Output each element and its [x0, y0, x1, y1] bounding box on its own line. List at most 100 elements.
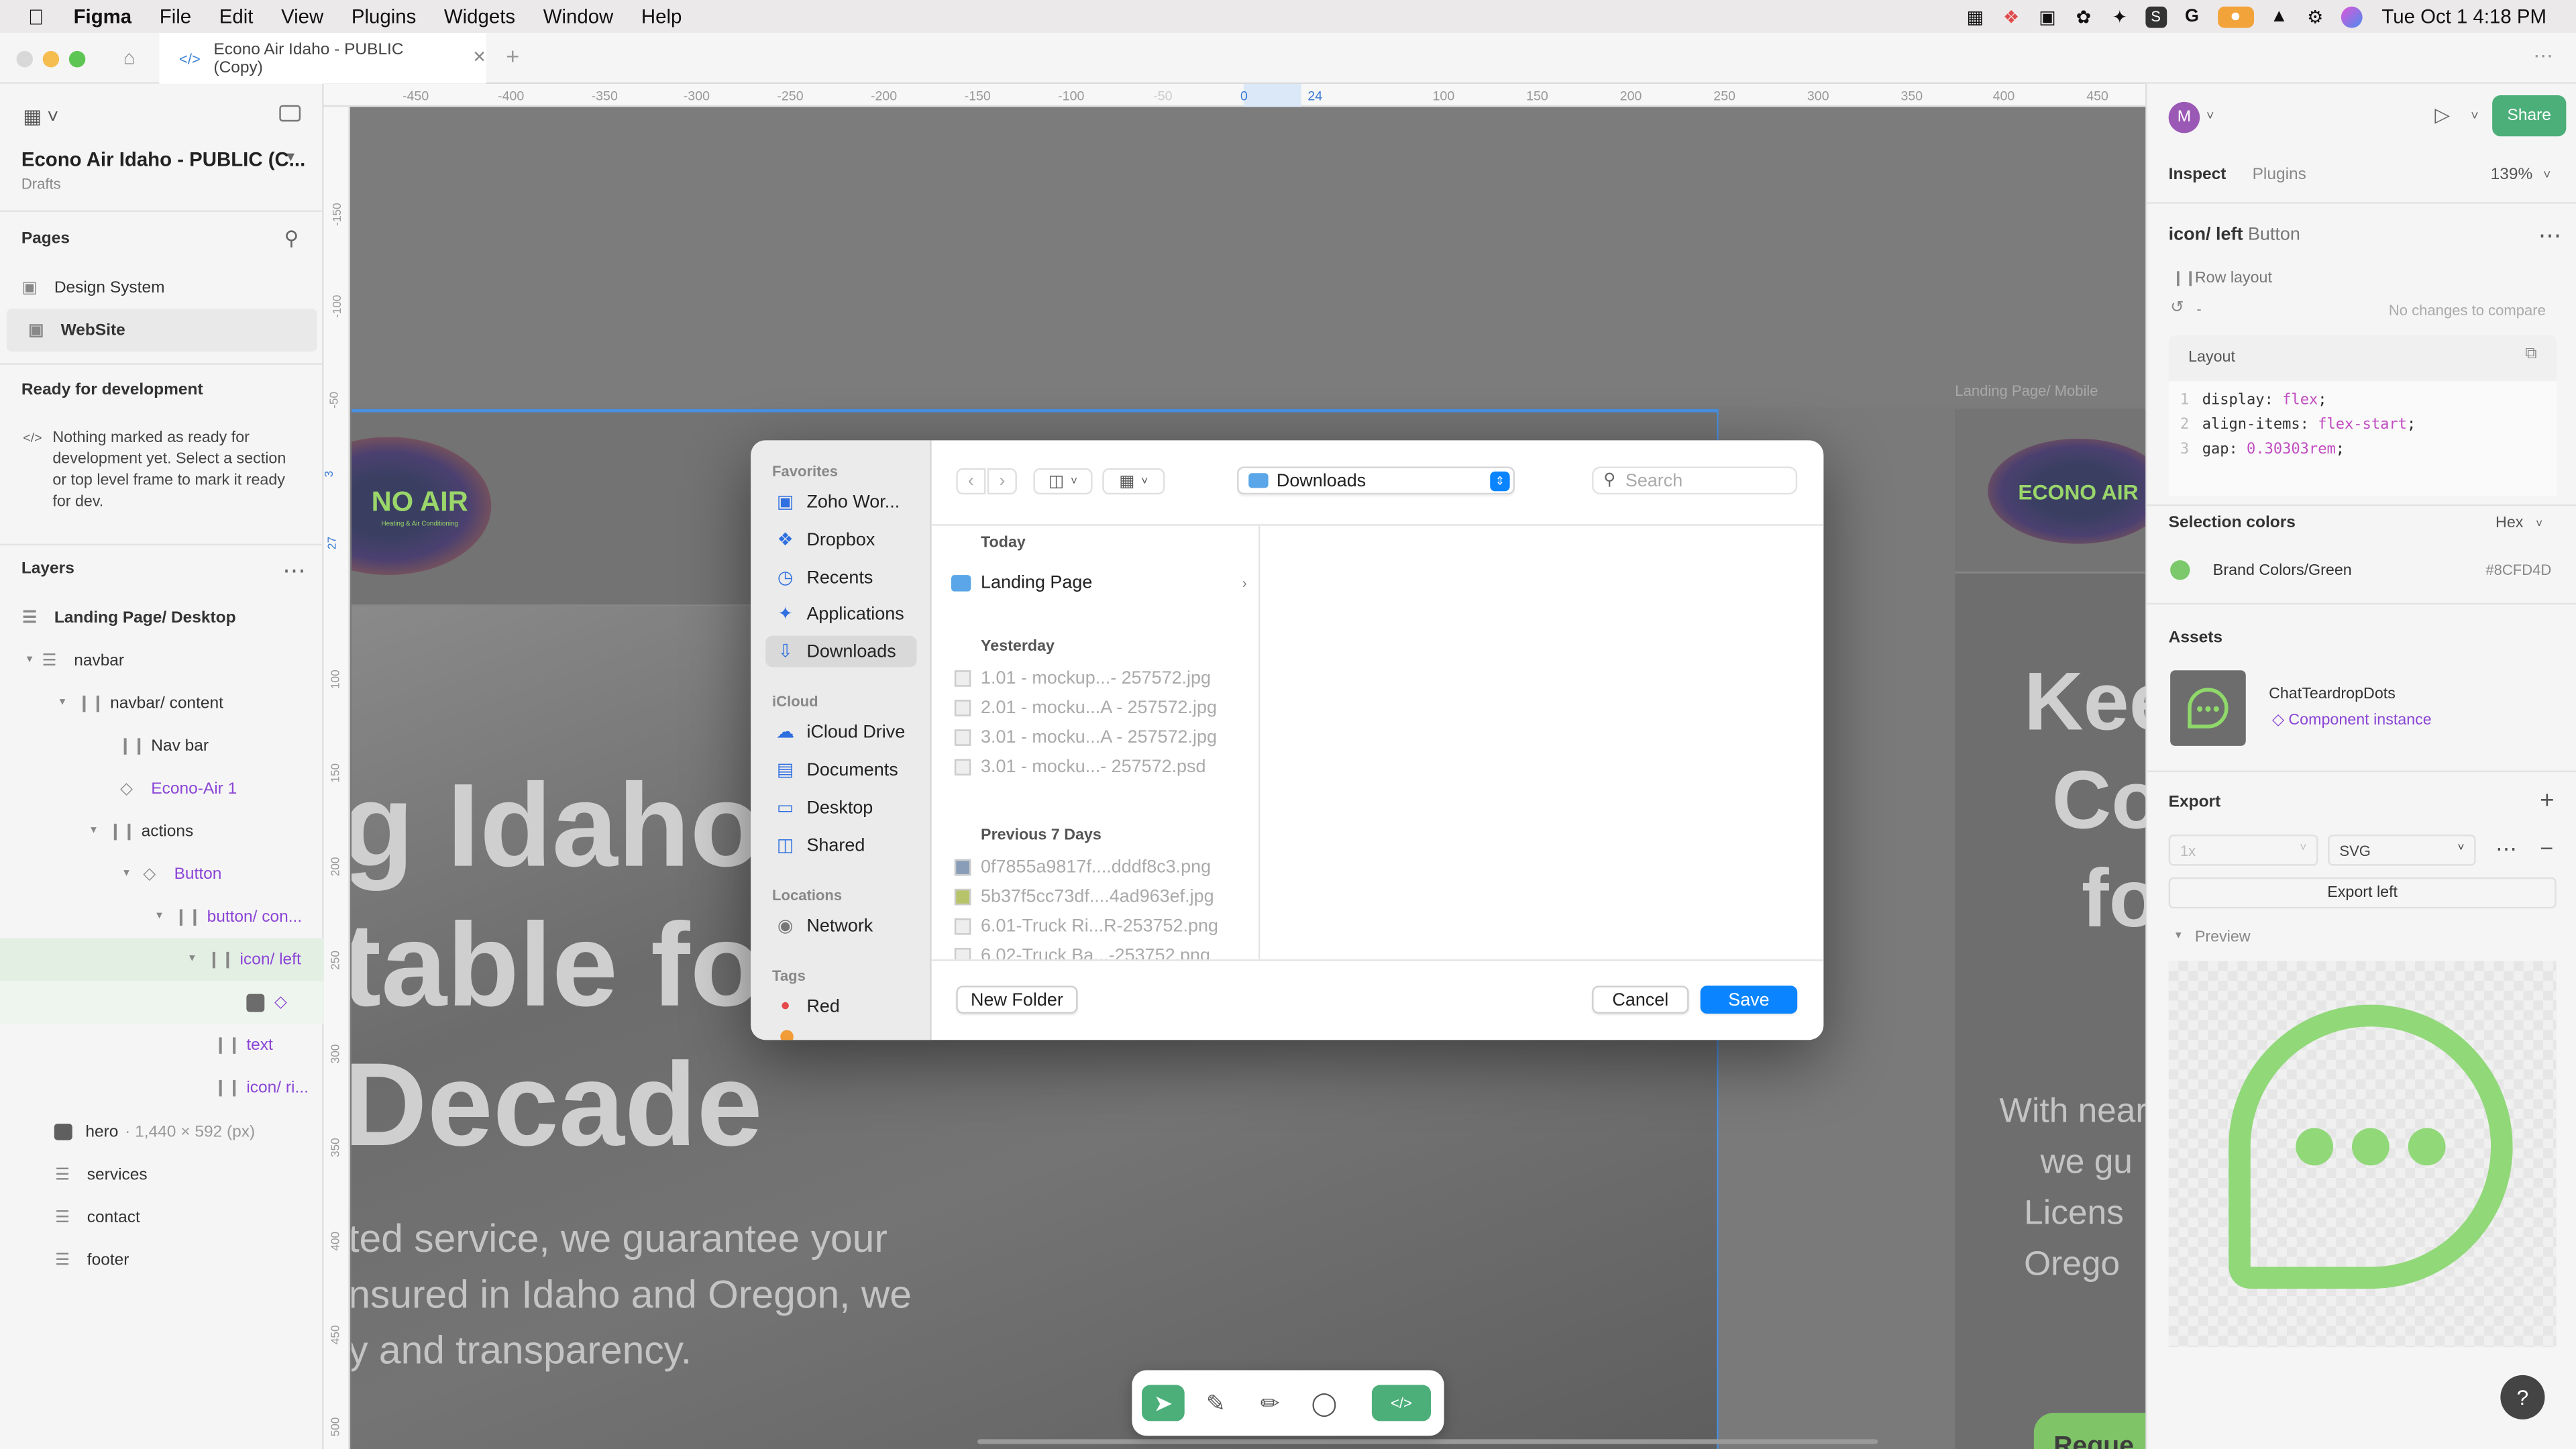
file-row[interactable]: 6.01-Truck Ri...R-253752.png [954, 912, 1250, 941]
apple-icon[interactable]:  [28, 4, 44, 29]
menu-window[interactable]: Window [543, 5, 614, 28]
menu-plugins[interactable]: Plugins [352, 5, 416, 28]
page-item-website[interactable]: ▣ WebSite [6, 309, 317, 352]
cancel-button[interactable]: Cancel [1592, 985, 1689, 1014]
help-button[interactable]: ? [2500, 1375, 2545, 1419]
view-columns-button[interactable]: ◫ ˅ [1033, 468, 1093, 495]
asset-type[interactable]: ◇ Component instance [2272, 711, 2432, 729]
export-scale-select[interactable]: 1x ˅ [2168, 835, 2318, 866]
control-center-icon[interactable]: ⚙ [2304, 6, 2326, 28]
layer-button-content[interactable]: ▼ ❙❙ button/ con... [0, 896, 323, 938]
mobile-request-button[interactable]: Reque [2033, 1413, 2146, 1449]
history-icon[interactable]: ↺ [2170, 299, 2184, 317]
tray-status-icon[interactable]: ▲ [2268, 6, 2290, 28]
new-folder-button[interactable]: New Folder [956, 985, 1078, 1014]
menu-view[interactable]: View [281, 5, 323, 28]
annotate-tool-icon[interactable]: ✏ [1248, 1385, 1291, 1421]
skype-status-icon[interactable]: S [2145, 5, 2167, 28]
preview-column[interactable] [1262, 526, 1824, 960]
layer-landing-page-desktop[interactable]: ☰ Landing Page/ Desktop [0, 596, 323, 639]
sidebar-item-desktop[interactable]: ▭ Desktop [765, 792, 916, 823]
copy-icon[interactable]: ⧉ [2525, 345, 2536, 363]
file-row[interactable]: 6.02-Truck Ba...-253752.png [954, 941, 1250, 960]
horizontal-scrollbar[interactable] [977, 1439, 1878, 1444]
layer-services[interactable]: ☰ services [0, 1153, 323, 1196]
measure-tool-icon[interactable]: ✎ [1194, 1385, 1237, 1421]
file-row[interactable]: 2.01 - mocku...A - 257572.jpg [954, 693, 1250, 722]
file-tab[interactable]: </> Econo Air Idaho - PUBLIC (Copy) ✕ [159, 32, 486, 84]
folder-row-landing-page[interactable]: Landing Page › [951, 568, 1247, 598]
grammarly-status-icon[interactable]: G [2182, 6, 2203, 28]
asset-thumbnail[interactable] [2170, 670, 2246, 746]
share-button[interactable]: Share [2492, 95, 2567, 137]
layer-navbar[interactable]: ▼ ☰ navbar [0, 639, 323, 682]
preview-title[interactable]: Preview [2195, 928, 2251, 947]
sidebar-item-zoho[interactable]: ▣ Zoho Wor... [765, 486, 916, 518]
screenshot-status-icon[interactable]: ▣ [2037, 6, 2058, 28]
layer-footer[interactable]: ☰ footer [0, 1239, 323, 1282]
file-menu-chevron-icon[interactable]: ▼ [284, 150, 297, 164]
zoom-chevron-icon[interactable]: ˅ [2543, 168, 2551, 182]
toggle-sidebar-icon[interactable] [279, 105, 301, 122]
sidebar-item-dropbox[interactable]: ❖ Dropbox [765, 524, 916, 555]
sidebar-item-downloads[interactable]: ⇩ Downloads [765, 635, 917, 667]
chatgpt-status-icon[interactable]: ✿ [2073, 6, 2094, 28]
avatar-chevron-icon[interactable]: ˅ [2206, 109, 2214, 123]
remove-export-icon[interactable]: − [2540, 835, 2553, 861]
preview-caret-icon[interactable]: ▼ [2174, 932, 2184, 942]
new-tab-button[interactable]: + [506, 43, 519, 69]
menu-widgets[interactable]: Widgets [444, 5, 515, 28]
play-icon[interactable]: ▷ [2434, 103, 2450, 126]
group-button[interactable]: ▦ ˅ [1102, 468, 1165, 495]
collapse-caret-icon[interactable]: ▼ [89, 826, 108, 837]
selection-more-icon[interactable]: ⋯ [2538, 222, 2561, 250]
file-list-column[interactable]: Today Landing Page › Yesterday 1.01 - mo… [932, 525, 1260, 960]
figma-status-icon[interactable]: ▦ [1964, 6, 1986, 28]
save-button[interactable]: Save [1700, 985, 1798, 1014]
layer-icon-left[interactable]: ▼ ❙❙ icon/ left [0, 938, 324, 981]
collapse-caret-icon[interactable]: ▼ [121, 869, 141, 879]
layer-econo-air-1[interactable]: ◇ Econo-Air 1 [0, 767, 323, 810]
collapse-caret-icon[interactable]: ▼ [154, 912, 174, 922]
file-row[interactable]: 3.01 - mocku...- 257572.psd [954, 753, 1250, 782]
sidebar-item-applications[interactable]: ✦ Applications [765, 598, 916, 629]
file-name[interactable]: Econo Air Idaho - PUBLIC (C... [21, 148, 305, 170]
color-swatch[interactable] [2170, 560, 2190, 580]
layer-nav-bar[interactable]: ❙❙ Nav bar [0, 724, 323, 767]
page-item-design-system[interactable]: ▣ Design System [0, 266, 323, 309]
dropbox-status-icon[interactable]: ❖ [2000, 6, 2022, 28]
zoom-level[interactable]: 139% [2491, 166, 2533, 184]
close-tab-icon[interactable]: ✕ [472, 49, 486, 67]
microphone-status-icon[interactable]: ● [2217, 5, 2254, 28]
menu-file[interactable]: File [160, 5, 191, 28]
layer-navbar-content[interactable]: ▼ ❙❙ navbar/ content [0, 682, 323, 724]
minimize-window-button[interactable] [42, 50, 60, 68]
color-format-select[interactable]: Hex ˅ [2496, 515, 2542, 533]
sidebar-item-shared[interactable]: ◫ Shared [765, 830, 916, 861]
export-format-select[interactable]: SVG ˅ [2328, 835, 2476, 866]
layer-text[interactable]: ❙❙ text [0, 1024, 323, 1067]
file-row[interactable]: 0f7855a9817f....dddf8c3.png [954, 853, 1250, 882]
export-settings-icon[interactable]: ⋯ [2496, 837, 2517, 863]
mobile-frame-label[interactable]: Landing Page/ Mobile [1955, 383, 2098, 399]
menu-edit[interactable]: Edit [219, 5, 254, 28]
play-chevron-icon[interactable]: ˅ [2471, 109, 2478, 123]
layer-contact[interactable]: ☰ contact [0, 1196, 323, 1239]
layer-actions[interactable]: ▼ ❙❙ actions [0, 810, 323, 853]
file-row[interactable]: 1.01 - mockup...- 257572.jpg [954, 663, 1250, 693]
dev-mode-toggle[interactable]: </> [1371, 1385, 1432, 1421]
figma-menu-icon[interactable]: ▦ ˅ [23, 105, 58, 128]
home-icon[interactable]: ⌂ [123, 46, 136, 69]
close-window-button[interactable] [16, 50, 33, 68]
menu-app-name[interactable]: Figma [74, 5, 132, 28]
sidebar-item-recents[interactable]: ◷ Recents [765, 562, 916, 594]
file-location[interactable]: Drafts [21, 176, 61, 192]
layer-icon-right[interactable]: ❙❙ icon/ ri... [0, 1066, 323, 1109]
menu-help[interactable]: Help [641, 5, 682, 28]
sidebar-item-tag-red[interactable]: ● Red [765, 991, 916, 1022]
search-icon[interactable]: ⚲ [284, 227, 299, 250]
location-select[interactable]: Downloads ⇕ [1237, 466, 1515, 495]
file-row[interactable]: 3.01 - mocku...A - 257572.jpg [954, 723, 1250, 753]
ready-for-development-title[interactable]: Ready for development [21, 381, 203, 399]
collapse-caret-icon[interactable]: ▼ [58, 698, 77, 708]
